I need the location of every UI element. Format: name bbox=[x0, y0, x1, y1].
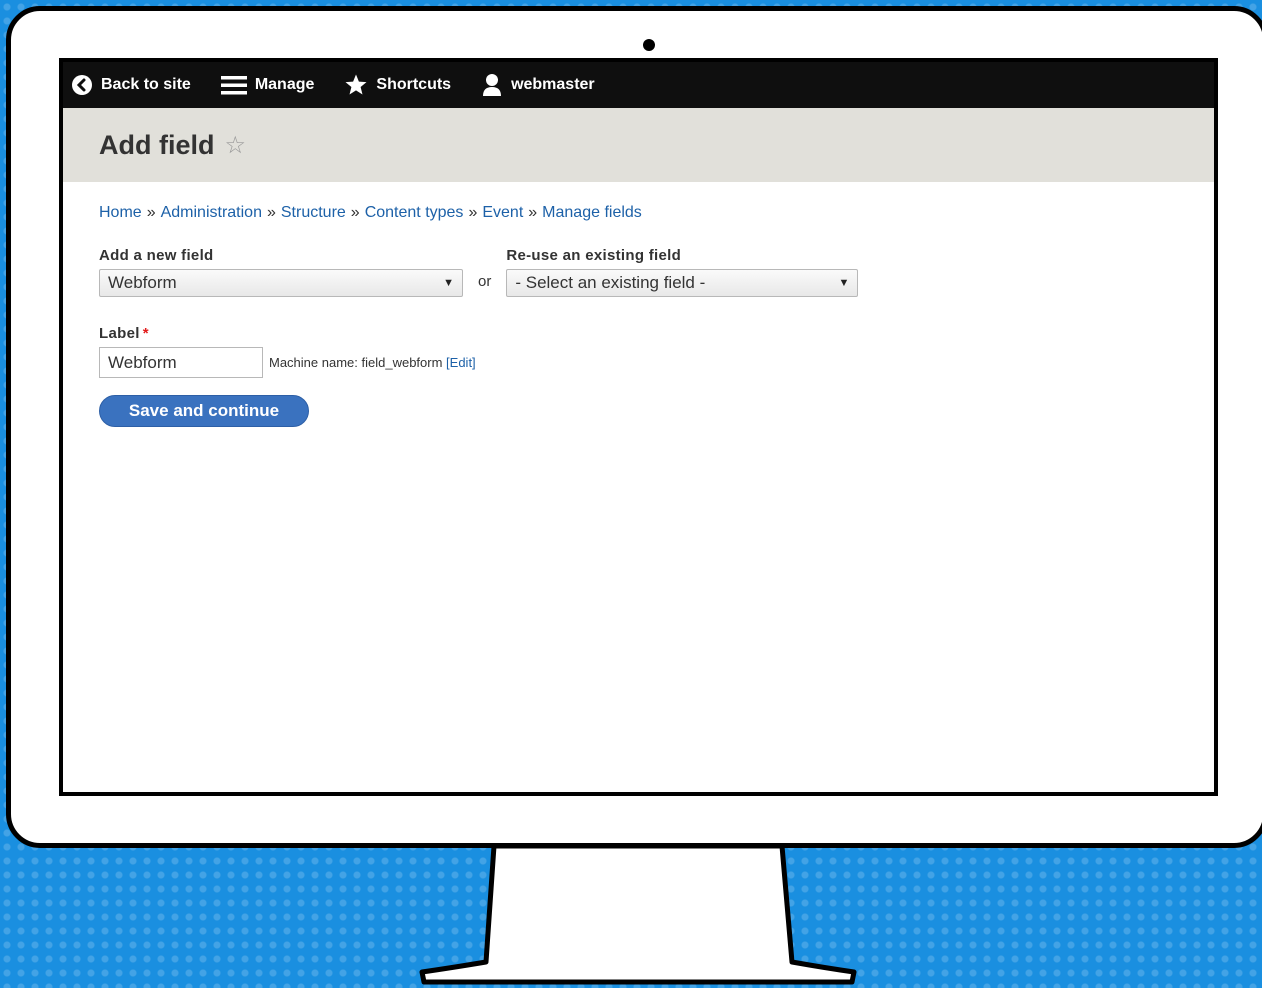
breadcrumb-home[interactable]: Home bbox=[99, 204, 142, 221]
page-title: Add field bbox=[99, 129, 215, 160]
existing-field-group: Re-use an existing field - Select an exi… bbox=[506, 247, 859, 297]
breadcrumb-separator: » bbox=[528, 204, 538, 221]
user-menu[interactable]: webmaster bbox=[481, 73, 595, 97]
field-type-row: Add a new field Webform ▼ or Re-use an e… bbox=[99, 247, 1178, 297]
required-mark: * bbox=[142, 325, 149, 342]
breadcrumb-separator: » bbox=[350, 204, 360, 221]
breadcrumb-content-types[interactable]: Content types bbox=[365, 204, 464, 221]
back-arrow-icon bbox=[71, 74, 93, 96]
label-text: Label bbox=[99, 325, 140, 342]
new-field-label: Add a new field bbox=[99, 247, 214, 264]
screen: Back to site Manage Shortcuts webmaster … bbox=[59, 58, 1218, 796]
machine-name-text: Machine name: field_webform bbox=[269, 355, 443, 370]
save-and-continue-button[interactable]: Save and continue bbox=[99, 395, 309, 427]
breadcrumb: Home» Administration» Structure» Content ty… bbox=[99, 204, 1178, 222]
camera-dot bbox=[643, 39, 655, 51]
user-label: webmaster bbox=[511, 76, 595, 93]
page-header: Add field ☆ bbox=[63, 108, 1214, 182]
main-content: Home» Administration» Structure» Content ty… bbox=[63, 182, 1214, 427]
existing-field-value: - Select an existing field - bbox=[515, 273, 706, 292]
breadcrumb-structure[interactable]: Structure bbox=[281, 204, 346, 221]
new-field-group: Add a new field Webform ▼ bbox=[99, 247, 463, 297]
chevron-down-icon: ▼ bbox=[443, 277, 454, 289]
label-input[interactable]: Webform bbox=[99, 347, 263, 378]
machine-name-edit-link[interactable]: [Edit] bbox=[446, 355, 476, 370]
or-text: or bbox=[478, 273, 492, 290]
user-icon bbox=[481, 73, 503, 97]
label-field-label: Label * bbox=[99, 325, 1178, 342]
breadcrumb-separator: » bbox=[146, 204, 156, 221]
existing-field-label: Re-use an existing field bbox=[506, 247, 682, 264]
new-field-select[interactable]: Webform ▼ bbox=[99, 269, 463, 297]
breadcrumb-manage-fields[interactable]: Manage fields bbox=[542, 204, 642, 221]
machine-name: Machine name: field_webform [Edit] bbox=[269, 355, 476, 370]
label-input-row: Webform Machine name: field_webform [Edi… bbox=[99, 347, 1178, 378]
breadcrumb-separator: » bbox=[266, 204, 276, 221]
admin-toolbar: Back to site Manage Shortcuts webmaster bbox=[63, 62, 1214, 108]
new-field-value: Webform bbox=[108, 273, 177, 292]
chevron-down-icon: ▼ bbox=[838, 277, 850, 289]
hamburger-icon bbox=[220, 74, 247, 96]
back-to-site-link[interactable]: Back to site bbox=[71, 74, 191, 96]
back-to-site-label: Back to site bbox=[101, 76, 191, 93]
label-row: Label * Webform Machine name: field_webfo… bbox=[99, 325, 1178, 378]
shortcut-star-icon[interactable]: ☆ bbox=[225, 131, 247, 159]
star-icon bbox=[344, 73, 368, 97]
breadcrumb-event[interactable]: Event bbox=[482, 204, 523, 221]
breadcrumb-administration[interactable]: Administration bbox=[161, 204, 262, 221]
breadcrumb-separator: » bbox=[468, 204, 478, 221]
existing-field-select[interactable]: - Select an existing field - ▼ bbox=[506, 269, 859, 297]
shortcuts-menu[interactable]: Shortcuts bbox=[344, 73, 451, 97]
manage-label: Manage bbox=[254, 76, 315, 93]
manage-menu[interactable]: Manage bbox=[220, 74, 315, 96]
shortcuts-label: Shortcuts bbox=[376, 76, 452, 93]
